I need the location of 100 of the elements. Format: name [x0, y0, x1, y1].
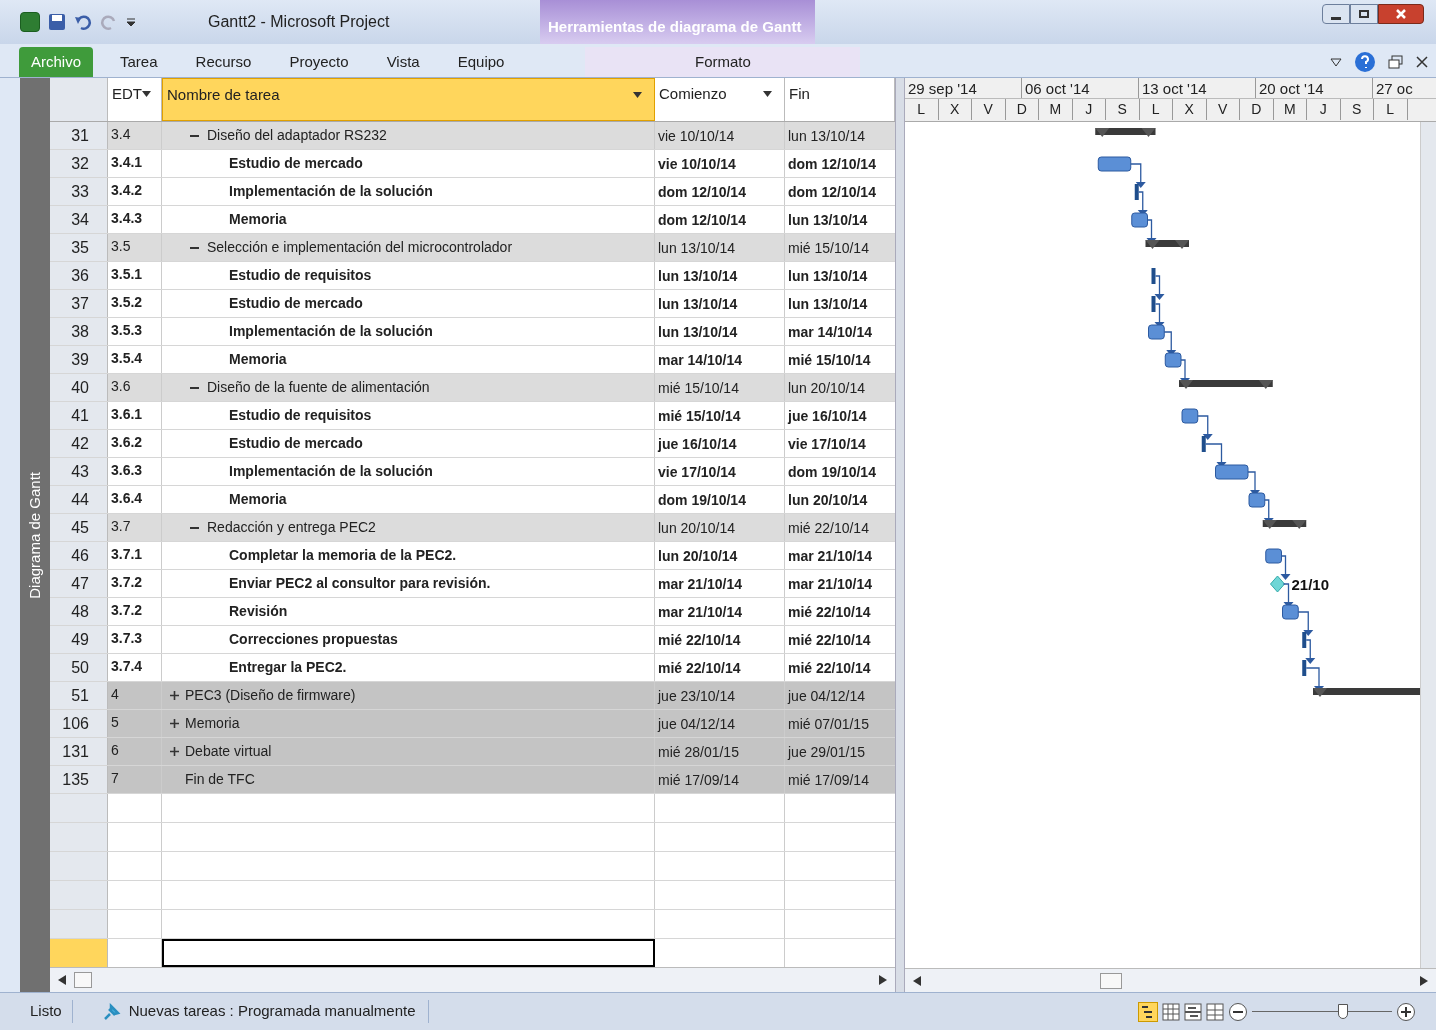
column-header[interactable]: Comienzo	[655, 78, 785, 121]
start-date-cell: lun 13/10/14	[655, 290, 785, 317]
dropdown-caret-icon[interactable]	[142, 91, 151, 97]
window-title: Gantt2 - Microsoft Project	[208, 12, 390, 32]
active-cell[interactable]	[162, 939, 655, 967]
wbs-cell: 3.7.4	[108, 654, 162, 681]
scroll-right-icon[interactable]	[1420, 975, 1428, 986]
column-header[interactable]: EDT	[108, 78, 162, 121]
expand-icon[interactable]	[170, 691, 179, 700]
row-number[interactable]: 131	[50, 738, 108, 765]
start-date-cell: jue 23/10/14	[655, 682, 785, 709]
row-number[interactable]: 42	[50, 430, 108, 457]
start-date-cell: vie 17/10/14	[655, 458, 785, 485]
day-label: V	[972, 99, 1006, 120]
column-header[interactable]: Nombre de tarea	[162, 78, 655, 121]
customize-toolbar-icon[interactable]	[126, 17, 136, 27]
zoom-slider[interactable]	[1252, 1002, 1392, 1021]
collapse-icon[interactable]	[190, 386, 199, 389]
row-number[interactable]: 35	[50, 234, 108, 261]
row-number[interactable]: 44	[50, 486, 108, 513]
row-number[interactable]: 32	[50, 150, 108, 177]
row-number[interactable]: 135	[50, 766, 108, 793]
minimize-ribbon-icon[interactable]	[1330, 57, 1342, 67]
restore-icon[interactable]	[1388, 55, 1404, 69]
scroll-left-icon[interactable]	[913, 975, 921, 986]
scroll-thumb[interactable]	[74, 972, 92, 988]
column-header[interactable]: Fin	[785, 78, 895, 121]
maximize-button[interactable]	[1350, 4, 1378, 24]
ribbon-tab[interactable]: Tarea	[101, 47, 177, 77]
task-name: Implementación de la solución	[229, 182, 433, 201]
wbs-cell: 3.7.2	[108, 570, 162, 597]
row-number[interactable]: 38	[50, 318, 108, 345]
day-label: L	[905, 99, 939, 120]
row-number[interactable]: 48	[50, 598, 108, 625]
minimize-button[interactable]	[1322, 4, 1350, 24]
ribbon-tab[interactable]: Recurso	[176, 47, 271, 77]
week-label: 20 oct '14	[1256, 78, 1373, 98]
undo-icon[interactable]	[74, 13, 92, 31]
ribbon-tab[interactable]: Proyecto	[270, 47, 368, 77]
help-icon[interactable]	[1354, 51, 1376, 73]
row-number[interactable]: 34	[50, 206, 108, 233]
resource-sheet-icon[interactable]	[1206, 1002, 1224, 1021]
link-arrow	[1297, 611, 1314, 636]
start-date-cell: mié 15/10/14	[655, 402, 785, 429]
wbs-cell: 3.6.1	[108, 402, 162, 429]
dropdown-caret-icon[interactable]	[763, 91, 772, 97]
ribbon-tab[interactable]: Equipo	[438, 47, 524, 77]
save-icon[interactable]	[48, 13, 66, 31]
row-number[interactable]: 45	[50, 514, 108, 541]
week-label: 29 sep '14	[905, 78, 1022, 98]
expand-icon[interactable]	[170, 747, 179, 756]
day-label: V	[1206, 99, 1240, 120]
collapse-icon[interactable]	[190, 246, 199, 249]
task-name: Estudio de mercado	[229, 154, 363, 173]
wbs-cell: 3.5.2	[108, 290, 162, 317]
row-number[interactable]: 51	[50, 682, 108, 709]
row-number[interactable]: 50	[50, 654, 108, 681]
team-planner-icon[interactable]	[1184, 1002, 1202, 1021]
task-usage-icon[interactable]	[1162, 1002, 1180, 1021]
row-number[interactable]: 39	[50, 346, 108, 373]
finish-date-cell-text: mié 22/10/14	[787, 631, 872, 650]
link-arrow	[1154, 275, 1165, 300]
row-number[interactable]: 46	[50, 542, 108, 569]
week-label: 13 oct '14	[1139, 78, 1256, 98]
wbs-cell: 3.5.1	[108, 262, 162, 289]
row-number[interactable]: 37	[50, 290, 108, 317]
collapse-icon[interactable]	[190, 526, 199, 529]
scroll-left-icon[interactable]	[58, 975, 66, 985]
row-number[interactable]: 36	[50, 262, 108, 289]
task-name: Revisión	[229, 602, 288, 621]
row-number[interactable]: 31	[50, 122, 108, 149]
task-name: Diseño de la fuente de alimentación	[207, 378, 430, 397]
zoom-out-icon[interactable]	[1228, 1001, 1248, 1022]
file-tab[interactable]: Archivo	[19, 47, 94, 77]
task-name: Estudio de mercado	[229, 294, 363, 313]
view-bar-label: Diagrama de Gantt	[24, 471, 44, 599]
row-number[interactable]: 41	[50, 402, 108, 429]
row-number[interactable]: 47	[50, 570, 108, 597]
scroll-right-icon[interactable]	[879, 975, 887, 985]
ribbon-tab[interactable]: Vista	[367, 47, 439, 77]
vertical-scrollbar[interactable]	[1420, 122, 1436, 968]
row-number[interactable]: 43	[50, 458, 108, 485]
wbs-cell: 3.5	[108, 234, 162, 261]
row-number[interactable]: 33	[50, 178, 108, 205]
scroll-thumb[interactable]	[1099, 972, 1122, 989]
close-button[interactable]	[1378, 4, 1424, 24]
finish-date-cell-text: mié 22/10/14	[787, 603, 872, 622]
row-number[interactable]: 49	[50, 626, 108, 653]
new-tasks-mode[interactable]: Nuevas tareas : Programada manualmente	[128, 1000, 416, 1023]
collapse-icon[interactable]	[190, 134, 199, 137]
dropdown-caret-icon[interactable]	[633, 92, 642, 98]
zoom-thumb[interactable]	[1338, 1003, 1348, 1019]
row-number[interactable]: 106	[50, 710, 108, 737]
zoom-in-icon[interactable]	[1396, 1001, 1416, 1022]
close-document-icon[interactable]	[1416, 56, 1428, 68]
week-label: 06 oct '14	[1022, 78, 1139, 98]
gantt-view-icon[interactable]	[1138, 1001, 1158, 1022]
expand-icon[interactable]	[170, 719, 179, 728]
row-number[interactable]: 40	[50, 374, 108, 401]
start-date-cell: jue 16/10/14	[655, 430, 785, 457]
